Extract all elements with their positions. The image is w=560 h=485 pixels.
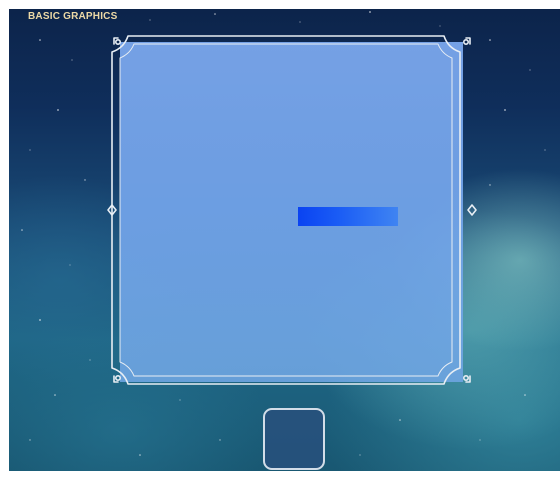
- top-edge: [0, 0, 560, 9]
- bottom-edge: [0, 471, 560, 485]
- left-edge: [0, 0, 9, 485]
- ornate-frame: [107, 35, 477, 385]
- blue-gradient-bar[interactable]: [298, 207, 398, 226]
- app-title: BASIC GRAPHICS: [28, 11, 118, 22]
- empty-slot-button[interactable]: [263, 408, 325, 470]
